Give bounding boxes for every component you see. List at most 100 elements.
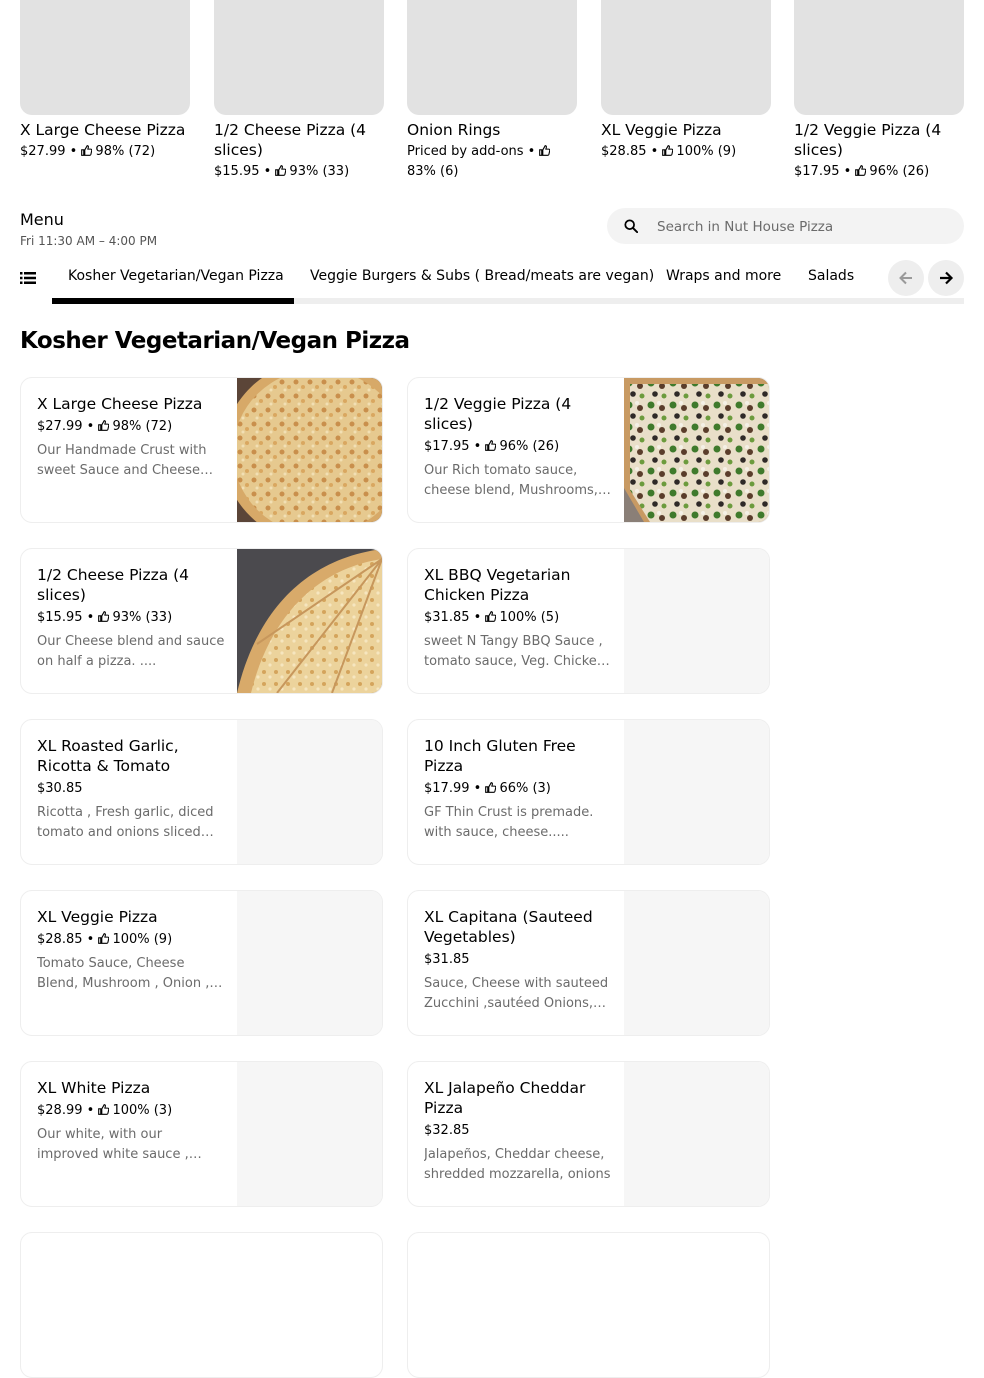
menu-item-price: $15.95: [37, 610, 83, 625]
menu-item-card[interactable]: 10 Inch Gluten Free Pizza $17.99 • 66% (…: [407, 719, 770, 865]
menu-item-description: GF Thin Crust is premade. with sauce, ch…: [424, 805, 594, 840]
featured-item-rating: 83% (6): [407, 164, 459, 179]
menu-item-info: XL Capitana (Sauteed Vegetables) $31.85 …: [424, 907, 614, 1014]
menu-item-name: 1/2 Veggie Pizza (4 slices): [424, 395, 572, 433]
menu-item-meta: $31.85: [424, 951, 614, 969]
menu-item-image-placeholder: [237, 891, 382, 1035]
thumbs-up-icon: [275, 165, 287, 176]
featured-item-meta: $28.85 • 100% (9): [601, 142, 771, 162]
featured-item-price: Priced by add-ons •: [407, 144, 540, 159]
search-input[interactable]: [655, 208, 949, 246]
featured-carousel: X Large Cheese Pizza $27.99 • 98% (72) 1…: [20, 0, 964, 190]
menu-item-card[interactable]: XL White Pizza $28.99 • 100% (3) Our whi…: [20, 1061, 383, 1207]
featured-item-meta: Priced by add-ons • 83% (6): [407, 142, 577, 182]
featured-item-image: [20, 0, 190, 115]
active-tab-indicator: [52, 298, 294, 304]
menu-item-price: $28.85: [37, 932, 83, 947]
featured-item[interactable]: 1/2 Veggie Pizza (4 slices) $17.95 • 96%…: [794, 0, 964, 182]
featured-item-price: $17.95 •: [794, 164, 856, 179]
thumbs-up-icon: [485, 440, 497, 451]
menu-item-info: XL Roasted Garlic, Ricotta & Tomato $30.…: [37, 736, 227, 843]
featured-item-meta: $15.95 • 93% (33): [214, 162, 384, 182]
tab-kosher-vegetarian-vegan-pizza[interactable]: Kosher Vegetarian/Vegan Pizza: [68, 268, 284, 284]
menu-item-description: Sauce, Cheese with sauteed Zucchini ,sau…: [424, 976, 609, 1011]
menu-item-meta: $17.99 • 66% (3): [424, 781, 551, 796]
menu-item-info: 1/2 Veggie Pizza (4 slices) $17.95 • 96%…: [424, 394, 614, 501]
menu-item-card[interactable]: X Large Cheese Pizza $27.99 • 98% (72) O…: [20, 377, 383, 523]
menu-item-card[interactable]: XL Capitana (Sauteed Vegetables) $31.85 …: [407, 890, 770, 1036]
menu-item-meta: $31.85 • 100% (5): [424, 610, 560, 625]
menu-item-card[interactable]: XL BBQ Vegetarian Chicken Pizza $31.85 •…: [407, 548, 770, 694]
tab-salads[interactable]: Salads: [808, 268, 854, 284]
menu-item-rating: 98% (72): [112, 419, 173, 434]
section-title: Kosher Vegetarian/Vegan Pizza: [20, 328, 410, 354]
list-icon[interactable]: [20, 271, 36, 285]
thumbs-up-icon: [855, 165, 867, 176]
tab-wraps-and-more[interactable]: Wraps and more: [666, 268, 781, 284]
menu-item-rating: 96% (26): [499, 439, 560, 454]
search-icon: [624, 219, 638, 233]
featured-item-name: 1/2 Veggie Pizza (4 slices): [794, 121, 942, 159]
thumbs-up-icon: [98, 611, 110, 622]
featured-item[interactable]: XL Veggie Pizza $28.85 • 100% (9): [601, 0, 771, 162]
menu-item-price: $28.99: [37, 1103, 83, 1118]
featured-item-price: $28.85 •: [601, 144, 663, 159]
thumbs-up-icon: [98, 933, 110, 944]
menu-item-name: 1/2 Cheese Pizza (4 slices): [37, 566, 190, 604]
menu-item-rating: 100% (3): [112, 1103, 173, 1118]
menu-item-description: Our Cheese blend and sauce on half a piz…: [37, 634, 225, 669]
menu-item-meta: $15.95 • 93% (33): [37, 610, 173, 625]
menu-item-price: $27.99: [37, 419, 83, 434]
featured-item-rating: 100% (9): [676, 144, 737, 159]
menu-item-rating: 66% (3): [499, 781, 551, 796]
menu-item-image-placeholder: [237, 1062, 382, 1206]
menu-item-image-placeholder: [624, 720, 769, 864]
tab-veggie-burgers-subs[interactable]: Veggie Burgers & Subs ( Bread/meats are …: [310, 268, 654, 284]
menu-item-description: Jalapeños, Cheddar cheese, shredded mozz…: [424, 1147, 611, 1182]
menu-item-price: $17.99: [424, 781, 470, 796]
menu-item-description: Our white, with our improved white sauce…: [37, 1127, 189, 1162]
featured-item-meta: $27.99 • 98% (72): [20, 142, 190, 162]
featured-item[interactable]: Onion Rings Priced by add-ons • 83% (6): [407, 0, 577, 182]
menu-item-name: XL Veggie Pizza: [37, 908, 158, 926]
search-box[interactable]: [607, 208, 964, 246]
menu-item-meta: $32.85: [424, 1122, 614, 1140]
menu-item-meta: $27.99 • 98% (72): [37, 419, 173, 434]
menu-item-image-placeholder: [624, 891, 769, 1035]
menu-hours: Fri 11:30 AM – 4:00 PM: [20, 234, 158, 248]
menu-item-rating: 100% (5): [499, 610, 560, 625]
menu-item-card[interactable]: [407, 1232, 770, 1378]
menu-item-image-placeholder: [624, 549, 769, 693]
arrow-right-icon: [940, 271, 954, 285]
featured-item-name: XL Veggie Pizza: [601, 121, 722, 139]
featured-item[interactable]: 1/2 Cheese Pizza (4 slices) $15.95 • 93%…: [214, 0, 384, 182]
menu-item-rating: 93% (33): [112, 610, 173, 625]
menu-item-card[interactable]: 1/2 Veggie Pizza (4 slices) $17.95 • 96%…: [407, 377, 770, 523]
thumbs-up-icon: [98, 1104, 110, 1115]
cheese-slices-image: [237, 549, 382, 693]
arrow-left-icon: [899, 271, 912, 285]
menu-item-card[interactable]: XL Jalapeño Cheddar Pizza $32.85 Jalapeñ…: [407, 1061, 770, 1207]
featured-item-price: $15.95 •: [214, 164, 276, 179]
menu-item-card[interactable]: XL Veggie Pizza $28.85 • 100% (9) Tomato…: [20, 890, 383, 1036]
tabs-next-button[interactable]: [928, 260, 964, 296]
featured-item-meta: $17.95 • 96% (26): [794, 162, 964, 182]
menu-item-price: $17.95: [424, 439, 470, 454]
menu-item-card[interactable]: XL Roasted Garlic, Ricotta & Tomato $30.…: [20, 719, 383, 865]
menu-item-info: XL White Pizza $28.99 • 100% (3) Our whi…: [37, 1078, 227, 1165]
menu-item-card[interactable]: 1/2 Cheese Pizza (4 slices) $15.95 • 93%…: [20, 548, 383, 694]
featured-item-name: X Large Cheese Pizza: [20, 121, 186, 139]
menu-item-name: XL Capitana (Sauteed Vegetables): [424, 908, 593, 946]
featured-item[interactable]: X Large Cheese Pizza $27.99 • 98% (72): [20, 0, 190, 162]
category-tabs: Kosher Vegetarian/Vegan Pizza Veggie Bur…: [20, 258, 964, 306]
menu-item-meta: $28.85 • 100% (9): [37, 932, 173, 947]
menu-item-info: XL BBQ Vegetarian Chicken Pizza $31.85 •…: [424, 565, 614, 672]
thumbs-up-icon: [485, 611, 497, 622]
featured-item-image: [601, 0, 771, 115]
veggie-pizza-image: [624, 378, 769, 522]
menu-item-card[interactable]: [20, 1232, 383, 1378]
menu-item-name: 10 Inch Gluten Free Pizza: [424, 737, 576, 775]
tabs-prev-button[interactable]: [888, 260, 924, 296]
featured-item-price: $27.99 •: [20, 144, 82, 159]
menu-item-name: X Large Cheese Pizza: [37, 395, 203, 413]
